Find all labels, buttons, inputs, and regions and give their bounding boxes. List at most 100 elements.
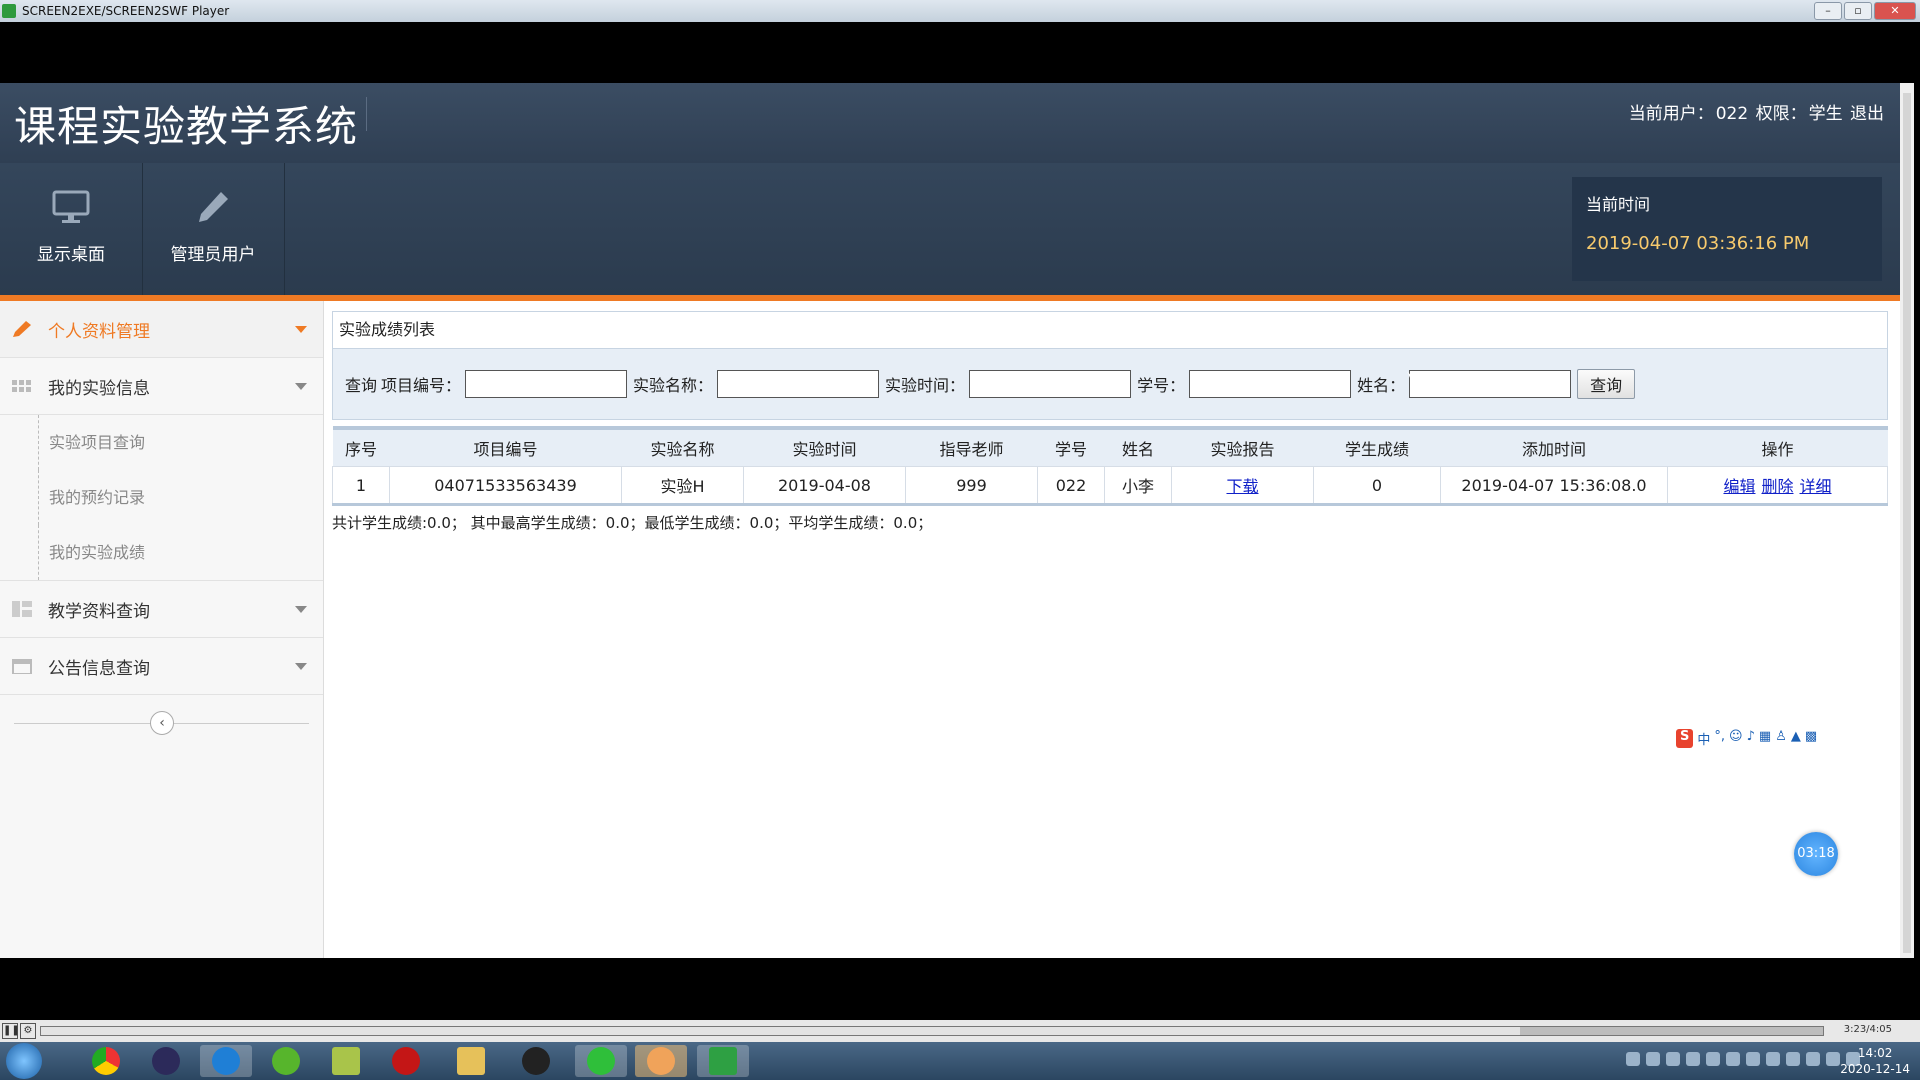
avatar-app-taskbar-icon[interactable] [635, 1045, 687, 1077]
list-icon [12, 601, 32, 617]
grid-icon[interactable]: ▩ [1805, 729, 1817, 748]
exp-name-input[interactable] [717, 370, 880, 398]
minimize-button[interactable]: – [1814, 2, 1842, 20]
close-button[interactable]: ✕ [1874, 2, 1916, 20]
delete-link[interactable]: 删除 [1761, 477, 1793, 496]
sidebar-item-label: 我的实验信息 [48, 378, 150, 399]
tray-icon[interactable] [1686, 1052, 1700, 1066]
project-no-label: 项目编号： [381, 376, 462, 395]
clock-date: 2020-12-14 [1840, 1062, 1910, 1076]
sidebar-subitem-reservations[interactable]: 我的预约记录 [38, 470, 323, 525]
tray-icon[interactable] [1826, 1052, 1840, 1066]
role-value: 学生 [1808, 104, 1843, 124]
tray-icon[interactable] [1626, 1052, 1640, 1066]
player-window-title: SCREEN2EXE/SCREEN2SWF Player [22, 4, 230, 18]
green-app-taskbar-icon[interactable] [260, 1045, 312, 1077]
tray-icon[interactable] [1786, 1052, 1800, 1066]
current-time-label: 当前时间 [1586, 195, 1651, 214]
flash-taskbar-icon[interactable] [380, 1045, 432, 1077]
tray-icon[interactable] [1746, 1052, 1760, 1066]
logout-link[interactable]: 退出 [1850, 104, 1884, 124]
name-input[interactable] [1409, 370, 1572, 398]
sidebar-item-profile[interactable]: 个人资料管理 [0, 301, 323, 358]
app-viewport: 课程实验教学系统 当前用户： 022 权限： 学生 退出 显示桌面 管理员用户 当前… [0, 83, 1900, 958]
grade-summary: 共计学生成绩:0.0； 其中最高学生成绩：0.0；最低学生成绩：0.0；平均学生… [332, 514, 933, 532]
table-row: 1 04071533563439 实验H 2019-04-08 999 022 … [332, 466, 1888, 505]
admin-user-button[interactable]: 管理员用户 [142, 163, 285, 295]
current-time-value: 2019-04-07 03:36:16 PM [1586, 233, 1810, 254]
search-bar: 查询 项目编号： 实验名称： 实验时间： 学号： 姓名： 查询 [332, 349, 1888, 420]
taskbar-clock[interactable]: 14:02 2020-12-14 [1840, 1045, 1910, 1077]
player-timecode: 3:23/4:05 [1843, 1024, 1892, 1035]
eclipse-taskbar-icon[interactable] [140, 1045, 192, 1077]
tray-icon[interactable] [1766, 1052, 1780, 1066]
sidebar-item-my-experiments[interactable]: 我的实验信息 [0, 358, 323, 415]
folder-taskbar-icon[interactable] [445, 1045, 497, 1077]
tray-icon[interactable] [1646, 1052, 1660, 1066]
detail-link[interactable]: 详细 [1800, 477, 1832, 496]
keyboard-icon[interactable]: ▦ [1759, 729, 1771, 748]
sidebar-subitem-my-grades[interactable]: 我的实验成绩 [38, 525, 323, 580]
show-desktop-button[interactable]: 显示桌面 [0, 163, 143, 295]
search-query-label: 查询 [345, 376, 378, 395]
playback-progress-bar[interactable] [40, 1026, 1824, 1036]
collapse-sidebar-button[interactable]: ‹ [150, 711, 174, 735]
student-no-label: 学号： [1137, 376, 1186, 395]
notepad-taskbar-icon[interactable] [320, 1045, 372, 1077]
column-header: 添加时间 [1440, 426, 1668, 467]
vertical-scrollbar[interactable] [1900, 83, 1914, 958]
scrollbar-thumb[interactable] [1903, 93, 1911, 953]
edit-link[interactable]: 编辑 [1723, 477, 1755, 496]
search-button[interactable]: 查询 [1577, 369, 1636, 399]
sidebar-item-teaching-materials[interactable]: 教学资料查询 [0, 581, 323, 638]
chevron-down-icon [295, 326, 307, 333]
table-header-row: 序号 项目编号 实验名称 实验时间 指导老师 学号 姓名 实验报告 学生成绩 添… [332, 426, 1888, 467]
chrome-taskbar-icon[interactable] [80, 1045, 132, 1077]
column-header: 实验时间 [743, 426, 906, 467]
tray-icon[interactable] [1726, 1052, 1740, 1066]
name-label: 姓名： [1357, 376, 1406, 395]
ime-mode[interactable]: 中 [1697, 729, 1710, 748]
shirt-icon[interactable]: ▲ [1791, 729, 1801, 748]
exp-time-input[interactable] [969, 370, 1132, 398]
exp-time-label: 实验时间： [885, 376, 966, 395]
current-user-value: 022 [1715, 104, 1749, 124]
ime-toolbar[interactable]: S 中 °, ☺ ♪ ▦ ♙ ▲ ▩ [1676, 729, 1817, 748]
sidebar: 个人资料管理 我的实验信息 实验项目查询 我的预约记录 我的实验成绩 教学资料查… [0, 301, 324, 958]
qq-taskbar-icon[interactable] [510, 1045, 562, 1077]
column-header: 实验名称 [621, 426, 744, 467]
sidebar-item-announcements[interactable]: 公告信息查询 [0, 638, 323, 695]
column-header: 实验报告 [1171, 426, 1314, 467]
download-report-link[interactable]: 下载 [1226, 477, 1258, 496]
user-icon[interactable]: ♙ [1775, 729, 1787, 748]
settings-icon[interactable]: ⚙ [20, 1023, 36, 1039]
student-no-input[interactable] [1189, 370, 1352, 398]
taskbar: 14:02 2020-12-14 [0, 1042, 1920, 1080]
column-header: 操作 [1667, 426, 1888, 467]
cell-added: 2019-04-07 15:36:08.0 [1440, 466, 1668, 505]
microphone-icon[interactable]: ♪ [1747, 729, 1755, 748]
tray-icon[interactable] [1706, 1052, 1720, 1066]
header-divider [366, 97, 367, 131]
sidebar-subitem-experiment-query[interactable]: 实验项目查询 [38, 415, 323, 470]
player-taskbar-icon[interactable] [697, 1045, 749, 1077]
start-button[interactable] [6, 1043, 42, 1079]
cell-score: 0 [1313, 466, 1441, 505]
window-controls: – ▫ ✕ [1814, 2, 1916, 20]
tray-icon[interactable] [1806, 1052, 1820, 1066]
emoji-icon[interactable]: ☺ [1729, 729, 1743, 748]
calendar-icon [12, 659, 32, 674]
punctuation-icon[interactable]: °, [1714, 729, 1725, 748]
project-no-input[interactable] [465, 370, 628, 398]
column-header: 项目编号 [389, 426, 622, 467]
user-info: 当前用户： 022 权限： 学生 退出 [1627, 99, 1884, 124]
maximize-button[interactable]: ▫ [1844, 2, 1872, 20]
nav-bar: 显示桌面 管理员用户 当前时间 2019-04-07 03:36:16 PM [0, 163, 1900, 301]
column-header: 姓名 [1104, 426, 1172, 467]
pause-icon[interactable]: ❚❚ [2, 1023, 20, 1039]
timer-badge[interactable]: 03:18 [1794, 832, 1838, 876]
tray-icon[interactable] [1666, 1052, 1680, 1066]
wechat-taskbar-icon[interactable] [575, 1045, 627, 1077]
chevron-down-icon [295, 663, 307, 670]
browser-taskbar-icon[interactable] [200, 1045, 252, 1077]
